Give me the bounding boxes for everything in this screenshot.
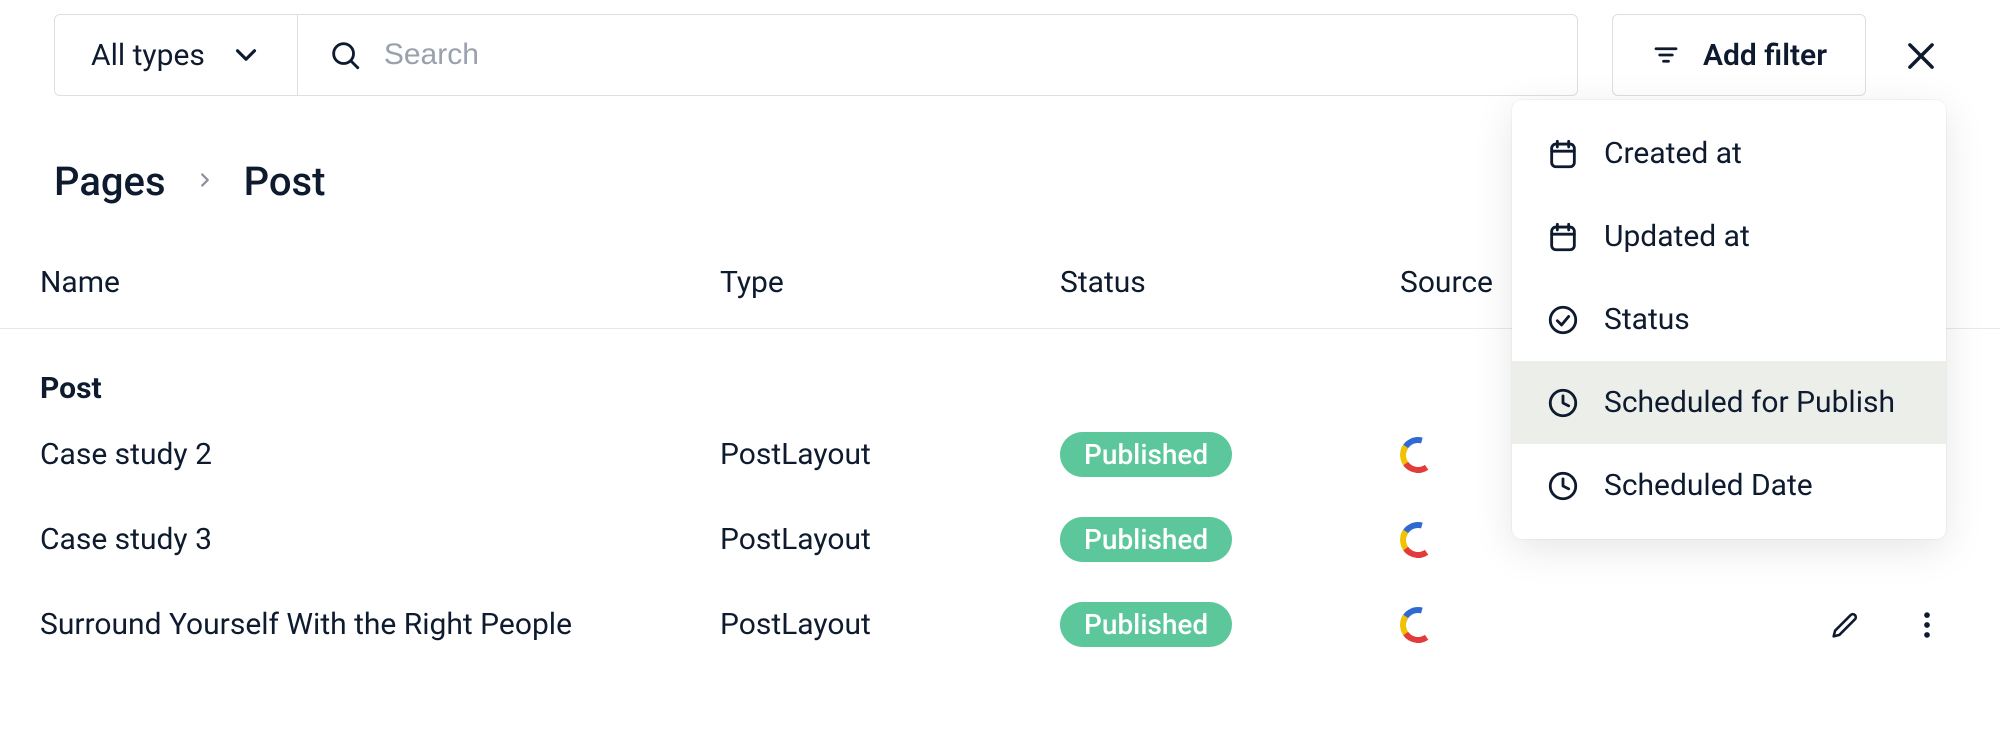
filter-option-label: Scheduled for Publish	[1604, 385, 1895, 420]
filter-option-label: Scheduled Date	[1604, 468, 1813, 503]
search-input[interactable]	[384, 38, 1547, 72]
cell-status: Published	[1060, 517, 1400, 562]
column-header-name[interactable]: Name	[40, 265, 720, 300]
check-circle-icon	[1546, 303, 1580, 337]
filter-option-label: Created at	[1604, 136, 1742, 171]
column-header-status[interactable]: Status	[1060, 265, 1400, 300]
status-badge: Published	[1060, 517, 1232, 562]
close-icon	[1902, 37, 1940, 75]
breadcrumb-current: Post	[244, 158, 326, 205]
filter-option-status[interactable]: Status	[1512, 278, 1946, 361]
cell-status: Published	[1060, 602, 1400, 647]
filter-option-scheduled-date[interactable]: Scheduled Date	[1512, 444, 1946, 527]
filter-option-updated-at[interactable]: Updated at	[1512, 195, 1946, 278]
cell-type: PostLayout	[720, 522, 1060, 557]
close-button[interactable]	[1896, 14, 1946, 98]
search-field-wrap[interactable]	[298, 14, 1578, 96]
edit-icon[interactable]	[1828, 608, 1862, 642]
filter-option-label: Updated at	[1604, 219, 1750, 254]
add-filter-button[interactable]: Add filter	[1612, 14, 1866, 96]
contentful-icon	[1400, 437, 1436, 473]
clock-icon	[1546, 469, 1580, 503]
filter-option-label: Status	[1604, 302, 1690, 337]
cell-type: PostLayout	[720, 607, 1060, 642]
table-row[interactable]: Surround Yourself With the Right People …	[0, 582, 2000, 667]
column-header-type[interactable]: Type	[720, 265, 1060, 300]
clock-icon	[1546, 386, 1580, 420]
type-select[interactable]: All types	[54, 14, 298, 96]
more-icon[interactable]	[1910, 608, 1944, 642]
add-filter-label: Add filter	[1703, 38, 1827, 73]
calendar-icon	[1546, 137, 1580, 171]
status-badge: Published	[1060, 602, 1232, 647]
calendar-icon	[1546, 220, 1580, 254]
cell-status: Published	[1060, 432, 1400, 477]
breadcrumb-root[interactable]: Pages	[54, 158, 166, 205]
chevron-right-icon	[194, 164, 216, 199]
toolbar: All types Add filter	[0, 0, 2000, 98]
status-badge: Published	[1060, 432, 1232, 477]
type-select-label: All types	[91, 38, 205, 73]
filter-option-scheduled-publish[interactable]: Scheduled for Publish	[1512, 361, 1946, 444]
cell-name: Surround Yourself With the Right People	[40, 607, 720, 642]
cell-type: PostLayout	[720, 437, 1060, 472]
contentful-icon	[1400, 522, 1436, 558]
row-actions	[1828, 608, 1944, 642]
search-icon	[328, 38, 362, 72]
filter-menu: Created at Updated at Status Scheduled f…	[1512, 100, 1946, 539]
chevron-down-icon	[229, 38, 263, 72]
cell-name: Case study 3	[40, 522, 720, 557]
contentful-icon	[1400, 607, 1436, 643]
cell-name: Case study 2	[40, 437, 720, 472]
filter-option-created-at[interactable]: Created at	[1512, 112, 1946, 195]
filter-icon	[1651, 40, 1681, 70]
